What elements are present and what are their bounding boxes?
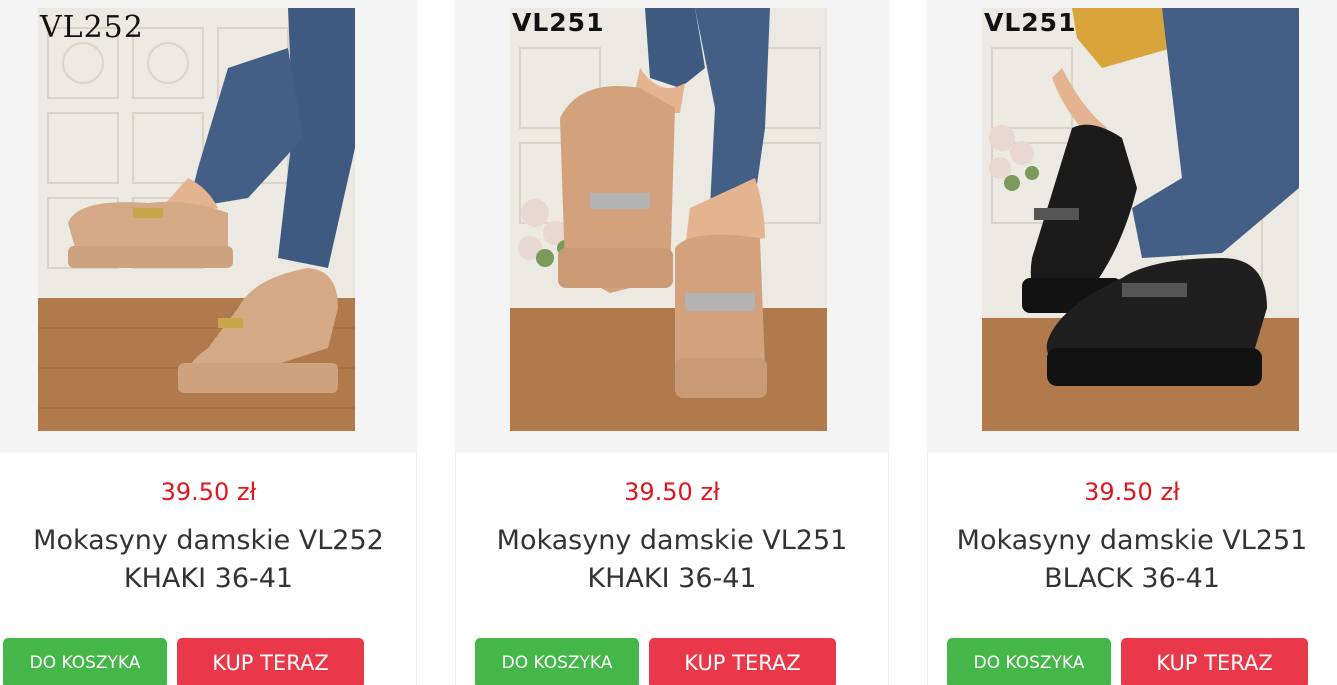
product-title[interactable]: Mokasyny damskie VL251 KHAKI 36-41 [455, 522, 889, 598]
product-price: 39.50 zł [1084, 478, 1180, 506]
product-code-label: VL251 [984, 8, 1077, 37]
shoe-photo-illustration [38, 8, 355, 431]
product-title[interactable]: Mokasyny damskie VL252 KHAKI 36-41 [0, 522, 417, 598]
product-card: VL251 39.50 zł Mokasyny damskie VL251 KH… [455, 0, 889, 685]
product-code-label: VL252 [40, 10, 144, 45]
product-price: 39.50 zł [160, 478, 257, 506]
shoe-photo-illustration [982, 8, 1299, 431]
product-image-area[interactable]: VL251 [927, 0, 1337, 453]
shoe-photo-illustration [510, 8, 827, 431]
product-title-line2[interactable]: BLACK 36-41 [927, 560, 1337, 598]
add-to-cart-button[interactable]: DO KOSZYKA [947, 638, 1111, 685]
add-to-cart-button[interactable]: DO KOSZYKA [475, 638, 639, 685]
product-price: 39.50 zł [624, 478, 720, 506]
product-title[interactable]: Mokasyny damskie VL251 BLACK 36-41 [927, 522, 1337, 598]
product-code-label: VL251 [512, 8, 605, 37]
product-title-line1[interactable]: Mokasyny damskie VL251 [927, 522, 1337, 560]
product-title-line1[interactable]: Mokasyny damskie VL251 [455, 522, 889, 560]
buy-now-button[interactable]: KUP TERAZ [177, 638, 364, 685]
product-photo[interactable]: VL251 [510, 8, 827, 431]
product-grid: VL252 39.50 zł Mokasyny damskie VL252 KH… [0, 0, 1337, 685]
product-title-line2[interactable]: KHAKI 36-41 [0, 560, 417, 598]
add-to-cart-button[interactable]: DO KOSZYKA [3, 638, 167, 685]
product-photo[interactable]: VL252 [38, 8, 355, 431]
product-image-area[interactable]: VL252 [0, 0, 417, 453]
buy-now-button[interactable]: KUP TERAZ [1121, 638, 1308, 685]
buy-now-button[interactable]: KUP TERAZ [649, 638, 836, 685]
product-photo[interactable]: VL251 [982, 8, 1299, 431]
product-card: VL251 39.50 zł Mokasyny damskie VL251 BL… [927, 0, 1337, 685]
product-title-line1[interactable]: Mokasyny damskie VL252 [0, 522, 417, 560]
product-title-line2[interactable]: KHAKI 36-41 [455, 560, 889, 598]
product-image-area[interactable]: VL251 [455, 0, 889, 453]
product-card: VL252 39.50 zł Mokasyny damskie VL252 KH… [0, 0, 417, 685]
